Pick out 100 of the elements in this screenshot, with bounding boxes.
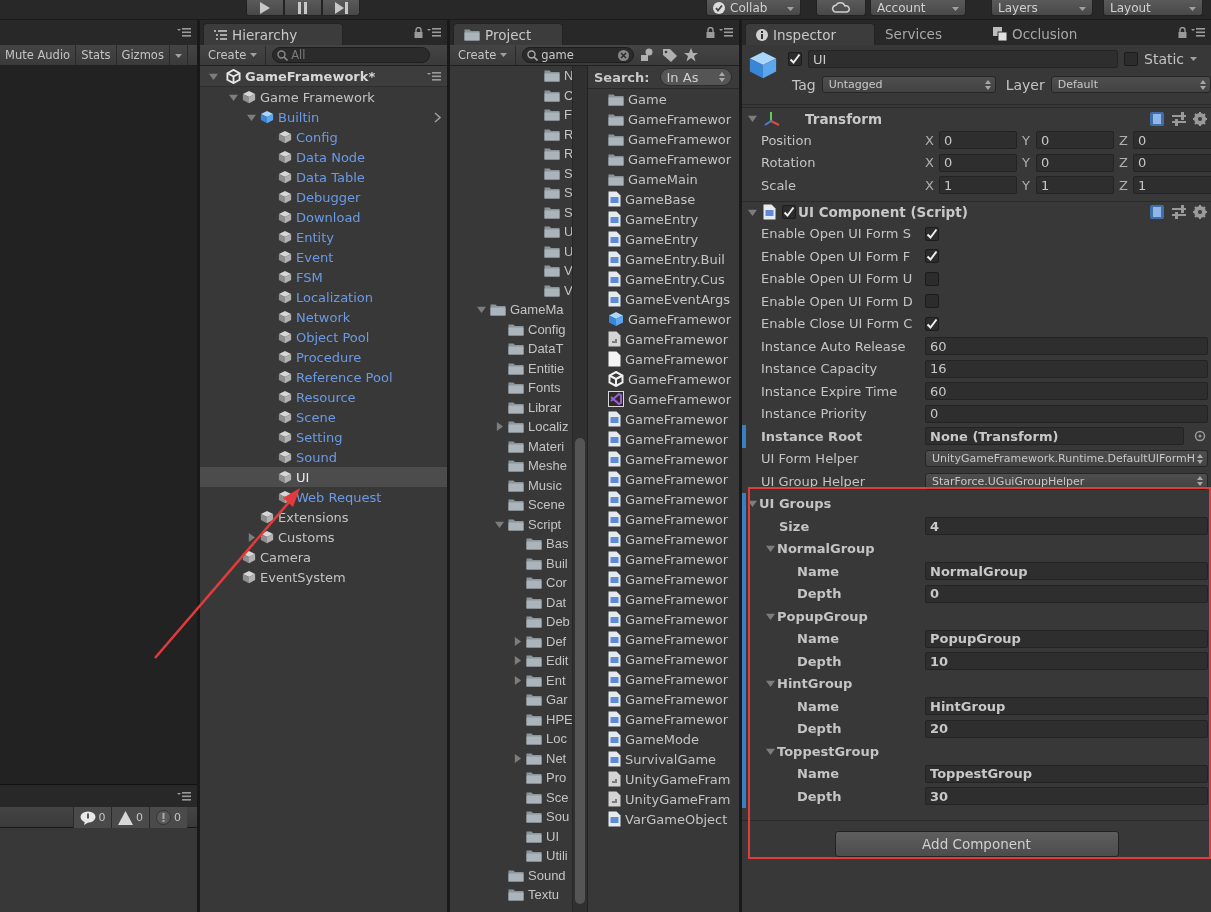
asset-item[interactable]: GameFramewor [588,389,739,409]
folder-item[interactable]: Fonts [450,378,572,398]
component-header[interactable]: Transform [742,107,1211,129]
expand-triangle-icon[interactable] [512,753,522,763]
hierarchy-item[interactable]: Extensions [200,507,447,527]
collapse-triangle-icon[interactable] [476,305,486,315]
asset-item[interactable]: GameFramewor [588,529,739,549]
number-field[interactable]: 0 [1036,131,1114,150]
text-field[interactable]: 0 [925,584,1208,603]
text-field[interactable]: HintGroup [925,697,1208,716]
folder-item[interactable]: Sou [450,807,572,827]
asset-item[interactable]: GameFramewor [588,149,739,169]
folder-item[interactable]: Config [450,319,572,339]
component-header[interactable]: UI Component (Script) [742,200,1211,223]
asset-item[interactable]: GameFramewor [588,649,739,669]
foldout[interactable]: ToppestGroup [746,743,880,759]
asset-item[interactable]: GameFramewor [588,329,739,349]
expand-triangle-icon[interactable] [494,422,504,432]
text-field[interactable]: 10 [925,652,1208,671]
folder-item[interactable]: N [450,66,572,86]
inspector-tab[interactable]: Inspector [745,23,875,45]
foldout[interactable]: UI Groups [746,496,832,512]
lock-icon[interactable] [414,27,423,38]
asset-item[interactable]: UnityGameFram [588,789,739,809]
help-book-icon[interactable] [1149,110,1165,127]
folder-item[interactable]: Music [450,475,572,495]
folder-item[interactable]: Buil [450,553,572,573]
folder-item[interactable]: S [450,183,572,203]
step-button[interactable] [322,0,360,16]
folder-item[interactable]: U [450,241,572,261]
folder-item[interactable]: Sound [450,865,572,885]
folder-item[interactable]: Pro [450,768,572,788]
expand-triangle-icon[interactable] [246,532,256,542]
expand-triangle-icon[interactable] [512,675,522,685]
asset-item[interactable]: SurvivalGame [588,749,739,769]
checkbox[interactable] [925,294,939,309]
name-field[interactable]: UI [808,50,1118,68]
asset-item[interactable]: GameFramewor [588,629,739,649]
hierarchy-tab[interactable]: Hierarchy [203,23,343,45]
collapse-triangle-icon[interactable] [766,544,775,554]
helper-dropdown[interactable]: UnityGameFramework.Runtime.DefaultUIFormH [925,450,1208,468]
number-field[interactable]: 4 [925,517,1208,536]
menu-icon[interactable] [177,791,191,801]
inspector-tab[interactable]: Occlusion [983,23,1133,45]
help-book-icon[interactable] [1149,204,1165,220]
number-field[interactable]: 0 [1133,153,1211,172]
project-tab[interactable]: Project [453,23,563,45]
hierarchy-item[interactable]: Builtin [200,107,447,127]
hierarchy-item[interactable]: Procedure [200,347,447,367]
hierarchy-item[interactable]: Network [200,307,447,327]
folder-item[interactable]: GameMa [450,300,572,320]
folder-item[interactable]: Cor [450,573,572,593]
number-field[interactable]: 0 [925,404,1208,423]
hierarchy-item[interactable]: Resource [200,387,447,407]
collapse-triangle-icon[interactable] [748,499,757,509]
folder-item[interactable]: Dat [450,592,572,612]
asset-item[interactable]: GameMode [588,729,739,749]
number-field[interactable]: 60 [925,337,1208,356]
cloud-button[interactable] [816,0,866,16]
folder-item[interactable]: Deb [450,612,572,632]
folder-item[interactable]: R [450,124,572,144]
tag-dropdown[interactable]: Untagged [821,76,996,93]
hierarchy-item[interactable]: Event [200,247,447,267]
asset-item[interactable]: GameEntry.Cus [588,269,739,289]
collab-button[interactable]: Collab [706,0,801,16]
collapse-triangle-icon[interactable] [766,679,775,689]
folder-item[interactable]: Sce [450,787,572,807]
folder-item[interactable]: Loc [450,729,572,749]
number-field[interactable]: 0 [1036,153,1114,172]
hierarchy-item[interactable]: Scene [200,407,447,427]
menu-icon[interactable] [427,71,441,81]
account-dropdown[interactable]: Account [870,0,966,16]
folder-item[interactable]: HPE [450,709,572,729]
folder-item[interactable]: Textu [450,885,572,905]
create-dropdown[interactable]: Create [454,45,517,65]
asset-item[interactable]: UnityGameFram [588,769,739,789]
collapse-triangle-icon[interactable] [228,92,238,102]
clear-icon[interactable] [618,49,630,61]
folder-item[interactable]: Script [450,514,572,534]
text-field[interactable]: ToppestGroup [925,764,1208,783]
collapse-triangle-icon[interactable] [748,114,757,123]
inspector-tab[interactable]: Services [875,23,983,45]
asset-item[interactable]: GameFramewor [588,469,739,489]
sliders-icon[interactable] [1171,111,1187,126]
expand-triangle-icon[interactable] [512,656,522,666]
hierarchy-item[interactable]: Debugger [200,187,447,207]
checkbox[interactable] [925,271,939,286]
asset-item[interactable]: GameFramewor [588,709,739,729]
asset-item[interactable]: GameFramewor [588,509,739,529]
active-checkbox[interactable] [788,52,802,66]
asset-item[interactable]: GameFramewor [588,549,739,569]
scrollbar-thumb[interactable] [575,438,585,904]
hierarchy-item[interactable]: Setting [200,427,447,447]
scene-header[interactable]: GameFramework* [200,66,447,87]
folder-item[interactable]: Net [450,748,572,768]
number-field[interactable]: 60 [925,382,1208,401]
asset-item[interactable]: GameFramewor [588,129,739,149]
add-component-button[interactable]: Add Component [834,830,1119,857]
menu-icon[interactable] [427,28,441,37]
asset-item[interactable]: GameFramewor [588,609,739,629]
